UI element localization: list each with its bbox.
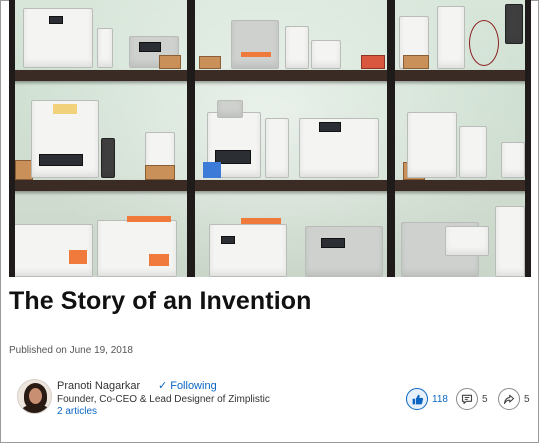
machine-accent [69,250,87,264]
author-headline: Founder, Co-CEO & Lead Designer of Zimpl… [57,394,270,405]
machine-screen [139,42,161,52]
machine-prototype [231,20,279,69]
machine-prototype [97,28,113,68]
machine-cable [469,20,499,66]
comment-icon[interactable] [456,388,478,410]
following-label: Following [170,379,217,392]
avatar-shoulders [21,404,50,413]
machine-prototype [407,112,457,178]
box [159,55,181,69]
share-action[interactable]: 5 [498,388,530,410]
box [199,56,221,69]
machine-accent [203,162,221,178]
shelf [9,70,531,81]
article-title: The Story of an Invention [9,287,312,315]
machine-accent [241,52,271,57]
machine-screen [221,236,235,244]
author-articles-link[interactable]: 2 articles [57,406,97,417]
machine-prototype [97,220,177,277]
shelf-post [187,0,195,277]
hero-image [9,0,531,277]
author-avatar[interactable] [17,379,52,414]
machine-accent [149,254,169,266]
machine-prototype [265,118,289,178]
share-arrow-icon[interactable] [498,388,520,410]
machine-screen [49,16,63,24]
comment-count: 5 [482,393,488,405]
check-icon: ✓ [158,380,168,392]
machine-accent [241,218,281,224]
machine-prototype [209,224,287,277]
machine-prototype [305,226,383,277]
shelf [9,180,531,191]
machine-prototype [217,100,243,118]
thumbs-up-icon[interactable] [406,388,428,410]
machine-prototype [285,26,309,69]
shelf-post [387,0,395,277]
author-name[interactable]: Pranoti Nagarkar [57,380,140,392]
like-action[interactable]: 118 [406,388,448,410]
machine-prototype [101,138,115,178]
share-count: 5 [524,393,530,405]
machine-prototype [505,4,523,44]
following-button[interactable]: ✓ Following [158,379,217,393]
box [361,55,385,69]
machine-screen [39,154,83,166]
shelf-post [525,0,531,277]
machine-screen [321,238,345,248]
machine-prototype [311,40,341,69]
comment-action[interactable]: 5 [456,388,488,410]
machine-prototype [445,226,489,256]
box [145,165,175,180]
published-date: Published on June 19, 2018 [9,345,133,356]
machine-prototype [459,126,487,178]
avatar-face [29,388,42,404]
machine-screen [319,122,341,132]
shelf-post [9,0,15,277]
box [403,55,429,69]
like-count: 118 [432,393,448,405]
machine-prototype [437,6,465,69]
machine-accent [127,216,171,222]
machine-accent [53,104,77,114]
machine-prototype [501,142,525,178]
machine-prototype [495,206,525,277]
